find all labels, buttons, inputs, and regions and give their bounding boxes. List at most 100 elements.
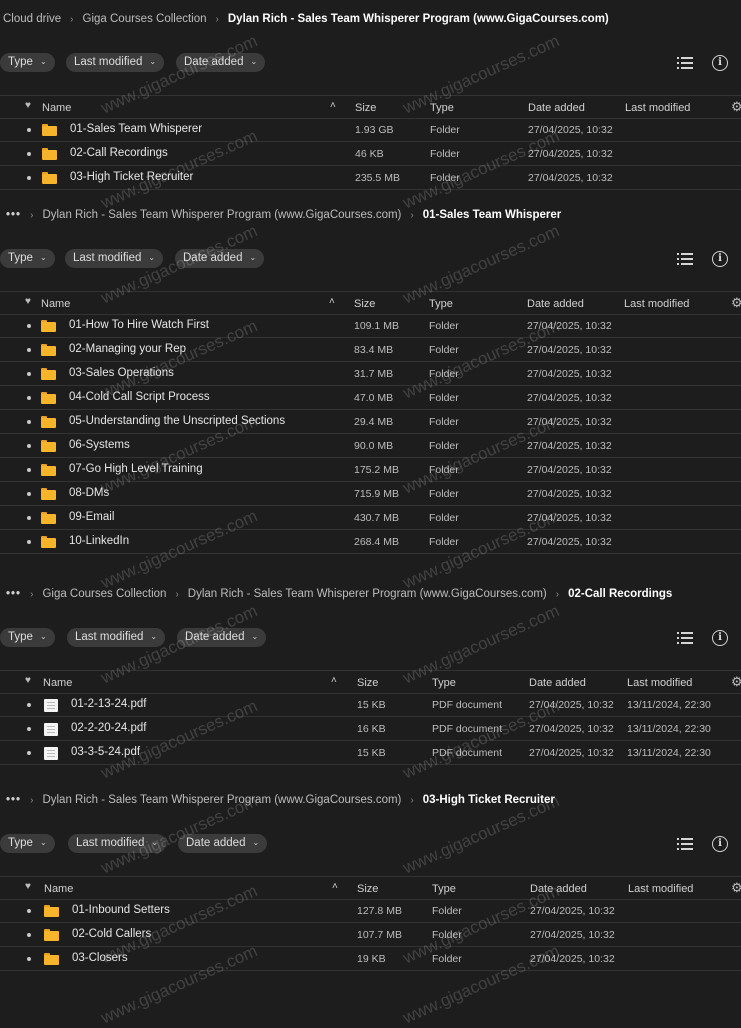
- table-row[interactable]: 01-2-13-24.pdf 15 KB PDF document 27/04/202…: [0, 693, 741, 717]
- column-header-date-added[interactable]: Date added: [530, 883, 587, 895]
- type-filter-dropdown[interactable]: Type ⌄: [0, 249, 55, 268]
- breadcrumb-item[interactable]: Dylan Rich - Sales Team Whisperer Progra…: [42, 794, 401, 806]
- cell-type: Folder: [429, 416, 459, 428]
- column-header-name[interactable]: Name: [42, 102, 71, 114]
- type-filter-dropdown[interactable]: Type ⌄: [0, 628, 55, 647]
- table-row[interactable]: 02-Call Recordings 46 KB Folder 27/04/2025,…: [0, 142, 741, 166]
- column-settings-gear-icon[interactable]: ⚙: [731, 880, 741, 896]
- list-view-icon[interactable]: [677, 632, 693, 644]
- table-row[interactable]: 03-3-5-24.pdf 15 KB PDF document 27/04/2025…: [0, 741, 741, 765]
- info-icon[interactable]: i: [712, 251, 728, 267]
- favourite-column-icon[interactable]: ♥: [25, 675, 31, 686]
- breadcrumb-item[interactable]: Dylan Rich - Sales Team Whisperer Progra…: [42, 209, 401, 221]
- table-row[interactable]: 04-Cold Call Script Process 47.0 MB Folder…: [0, 386, 741, 410]
- column-header-name[interactable]: Name: [41, 298, 70, 310]
- column-header-last-modified[interactable]: Last modified: [627, 677, 692, 689]
- column-header-name[interactable]: Name: [43, 677, 72, 689]
- row-bullet: [27, 703, 31, 707]
- last-modified-filter-dropdown[interactable]: Last modified ⌄: [66, 53, 165, 72]
- table-row[interactable]: 01-How To Hire Watch First 109.1 MB Folder…: [0, 314, 741, 338]
- column-settings-gear-icon[interactable]: ⚙: [731, 99, 741, 115]
- sort-ascending-icon[interactable]: ˄: [329, 296, 335, 307]
- column-settings-gear-icon[interactable]: ⚙: [731, 674, 741, 690]
- breadcrumb-more-button[interactable]: •••: [6, 794, 21, 806]
- last-modified-filter-dropdown[interactable]: Last modified ⌄: [65, 249, 164, 268]
- type-filter-dropdown[interactable]: Type ⌄: [0, 834, 55, 853]
- column-header-last-modified[interactable]: Last modified: [628, 883, 693, 895]
- table-row[interactable]: 09-Email 430.7 MB Folder 27/04/2025, 10:32: [0, 506, 741, 530]
- date-added-filter-dropdown[interactable]: Date added ⌄: [178, 834, 268, 853]
- column-header-size[interactable]: Size: [354, 298, 375, 310]
- last-modified-filter-dropdown[interactable]: Last modified ⌄: [67, 628, 166, 647]
- folder-icon: [41, 392, 56, 404]
- table-row[interactable]: 02-Cold Callers 107.7 MB Folder 27/04/2025,…: [0, 923, 741, 947]
- cell-type: Folder: [429, 488, 459, 500]
- column-header-type[interactable]: Type: [430, 102, 454, 114]
- info-icon[interactable]: i: [712, 55, 728, 71]
- breadcrumb-separator-icon: ›: [30, 209, 34, 221]
- date-added-filter-dropdown[interactable]: Date added ⌄: [177, 628, 267, 647]
- date-added-filter-dropdown[interactable]: Date added ⌄: [176, 53, 266, 72]
- breadcrumb-item[interactable]: Giga Courses Collection: [42, 588, 166, 600]
- column-header-type[interactable]: Type: [432, 883, 456, 895]
- info-icon[interactable]: i: [712, 836, 728, 852]
- favourite-column-icon[interactable]: ♥: [25, 296, 31, 307]
- table-row[interactable]: 01-Sales Team Whisperer 1.93 GB Folder 27/0…: [0, 118, 741, 142]
- sort-ascending-icon[interactable]: ˄: [332, 881, 338, 892]
- date-added-filter-dropdown[interactable]: Date added ⌄: [175, 249, 265, 268]
- filter-label: Date added: [184, 56, 244, 68]
- type-filter-dropdown[interactable]: Type ⌄: [0, 53, 55, 72]
- cell-date-added: 27/04/2025, 10:32: [527, 368, 612, 380]
- column-header-date-added[interactable]: Date added: [528, 102, 585, 114]
- info-icon[interactable]: i: [712, 630, 728, 646]
- table-row[interactable]: 02-2-20-24.pdf 16 KB PDF document 27/04/202…: [0, 717, 741, 741]
- favourite-column-icon[interactable]: ♥: [25, 100, 31, 111]
- sort-ascending-icon[interactable]: ˄: [331, 675, 337, 686]
- breadcrumb-item[interactable]: Dylan Rich - Sales Team Whisperer Progra…: [188, 588, 547, 600]
- column-settings-gear-icon[interactable]: ⚙: [731, 295, 741, 311]
- table-row[interactable]: 08-DMs 715.9 MB Folder 27/04/2025, 10:32: [0, 482, 741, 506]
- favourite-column-icon[interactable]: ♥: [25, 881, 31, 892]
- column-header-date-added[interactable]: Date added: [527, 298, 584, 310]
- table-row[interactable]: 10-LinkedIn 268.4 MB Folder 27/04/2025, 10:…: [0, 530, 741, 554]
- breadcrumb-item[interactable]: Cloud drive: [3, 13, 61, 25]
- column-header-size[interactable]: Size: [357, 883, 378, 895]
- table-row[interactable]: 03-Closers 19 KB Folder 27/04/2025, 10:32: [0, 947, 741, 971]
- cell-last-modified: 13/11/2024, 22:30: [627, 699, 711, 711]
- list-view-icon[interactable]: [677, 253, 693, 265]
- column-header-last-modified[interactable]: Last modified: [625, 102, 690, 114]
- column-header-date-added[interactable]: Date added: [529, 677, 586, 689]
- breadcrumb-more-button[interactable]: •••: [6, 588, 21, 600]
- table-row[interactable]: 02-Managing your Rep 83.4 MB Folder 27/04/2…: [0, 338, 741, 362]
- last-modified-filter-dropdown[interactable]: Last modified ⌄: [68, 834, 167, 853]
- file-name: 02-Call Recordings: [70, 147, 168, 159]
- column-header-last-modified[interactable]: Last modified: [624, 298, 689, 310]
- breadcrumb-separator-icon: ›: [175, 588, 179, 600]
- cell-type: Folder: [429, 392, 459, 404]
- cell-size: 47.0 MB: [354, 392, 394, 404]
- table-row[interactable]: 01-Inbound Setters 127.8 MB Folder 27/04/20…: [0, 899, 741, 923]
- chevron-down-icon: ⌄: [148, 253, 156, 262]
- table-row[interactable]: 03-Sales Operations 31.7 MB Folder 27/04/20…: [0, 362, 741, 386]
- table-row[interactable]: 06-Systems 90.0 MB Folder 27/04/2025, 10:32: [0, 434, 741, 458]
- list-view-icon[interactable]: [677, 57, 693, 69]
- breadcrumb-separator-icon: ›: [30, 588, 34, 600]
- table-row[interactable]: 05-Understanding the Unscripted Sections…: [0, 410, 741, 434]
- list-view-icon[interactable]: [677, 838, 693, 850]
- cell-date-added: 27/04/2025, 10:32: [528, 124, 613, 136]
- cell-date-added: 27/04/2025, 10:32: [528, 172, 613, 184]
- column-header-type[interactable]: Type: [432, 677, 456, 689]
- folder-icon: [42, 124, 57, 136]
- breadcrumb-more-button[interactable]: •••: [6, 209, 21, 221]
- table-row[interactable]: 03-High Ticket Recruiter 235.5 MB Folder 27…: [0, 166, 741, 190]
- cell-size: 83.4 MB: [354, 344, 394, 356]
- column-header-size[interactable]: Size: [357, 677, 378, 689]
- table-row[interactable]: 07-Go High Level Training 175.2 MB Folder 2…: [0, 458, 741, 482]
- column-header-type[interactable]: Type: [429, 298, 453, 310]
- sort-ascending-icon[interactable]: ˄: [330, 100, 336, 111]
- breadcrumb-item[interactable]: Giga Courses Collection: [83, 13, 207, 25]
- cell-size: 1.93 GB: [355, 124, 394, 136]
- column-header-name[interactable]: Name: [44, 883, 73, 895]
- cell-size: 430.7 MB: [354, 512, 399, 524]
- column-header-size[interactable]: Size: [355, 102, 376, 114]
